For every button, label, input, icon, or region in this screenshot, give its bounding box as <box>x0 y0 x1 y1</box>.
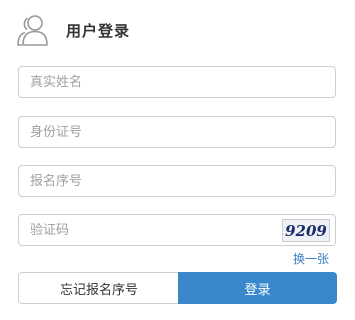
login-panel: 用户登录 9209 换一张 忘记报名序号 登录 <box>0 0 355 320</box>
page-title: 用户登录 <box>66 21 131 40</box>
login-button[interactable]: 登录 <box>178 272 337 304</box>
registration-number-field[interactable] <box>18 165 336 197</box>
captcha-field[interactable]: 9209 <box>18 214 336 246</box>
real-name-field[interactable] <box>18 66 336 98</box>
id-number-input[interactable] <box>19 117 335 147</box>
captcha-image[interactable]: 9209 <box>282 219 330 242</box>
forgot-registration-number-button[interactable]: 忘记报名序号 <box>18 272 179 304</box>
users-icon <box>14 12 52 48</box>
registration-number-input[interactable] <box>19 166 335 196</box>
refresh-captcha-link[interactable]: 换一张 <box>293 250 329 267</box>
real-name-input[interactable] <box>19 67 335 97</box>
login-header: 用户登录 <box>14 12 130 48</box>
id-number-field[interactable] <box>18 116 336 148</box>
